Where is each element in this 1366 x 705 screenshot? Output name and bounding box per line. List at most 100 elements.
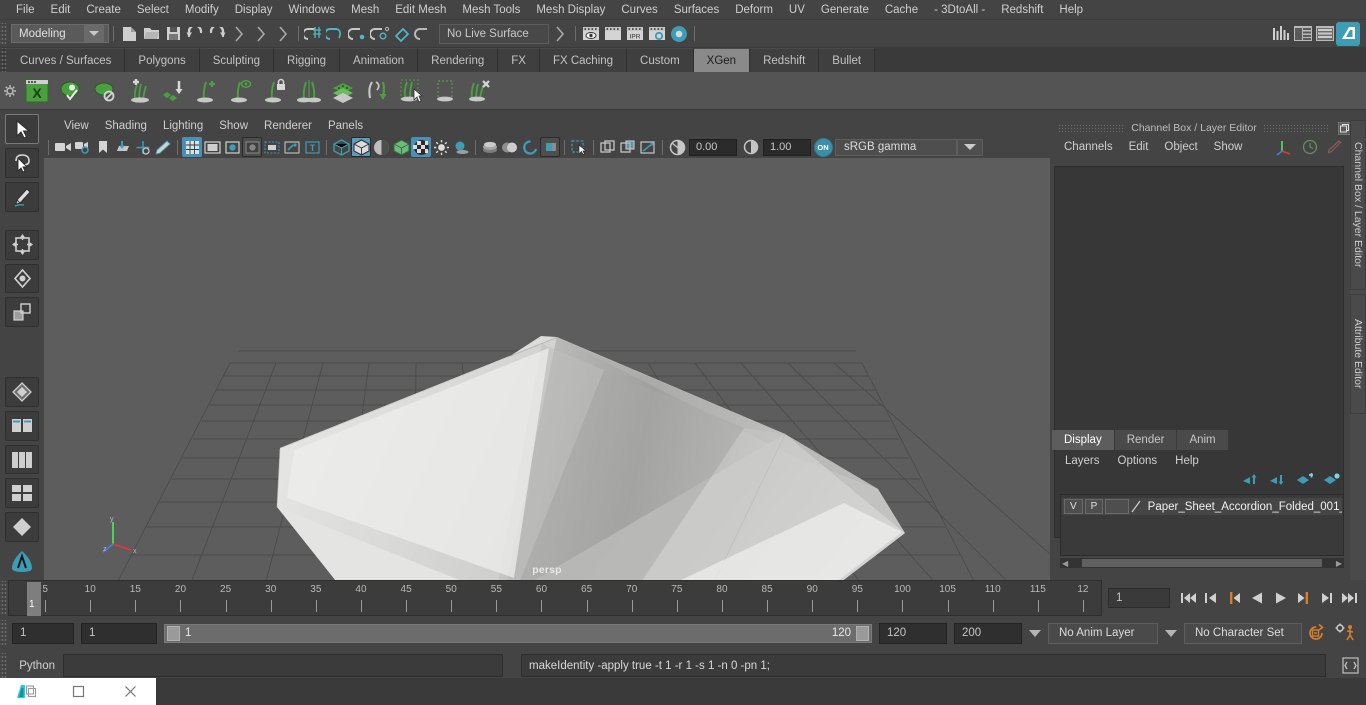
shelf-options-icon[interactable] [0, 72, 20, 110]
xgen-add-guide-icon[interactable] [190, 74, 224, 108]
hypershade-icon[interactable] [668, 23, 690, 45]
menu-3dtoall[interactable]: - 3DtoAll - [926, 2, 993, 18]
toggle-modeling-toolkit-icon[interactable] [1270, 23, 1292, 45]
vertical-tab-channel-box[interactable]: Channel Box / Layer Editor [1350, 120, 1366, 290]
texture-checker-icon[interactable] [411, 137, 431, 157]
open-scene-icon[interactable] [140, 23, 162, 45]
save-scene-icon[interactable] [162, 23, 184, 45]
xgen-add-description-icon[interactable] [122, 74, 156, 108]
layer-tab-anim[interactable]: Anim [1177, 430, 1229, 450]
xgen-select-guides-icon[interactable] [394, 74, 428, 108]
layer-tab-display[interactable]: Display [1052, 430, 1115, 450]
undo-icon[interactable] [184, 23, 206, 45]
exposure-icon[interactable] [667, 137, 687, 157]
xgen-export-patches-icon[interactable] [156, 74, 190, 108]
color-management-toggle[interactable]: ON [811, 137, 835, 157]
shaded-wireframe-icon[interactable] [371, 137, 391, 157]
shelf-tab-rigging[interactable]: Rigging [274, 48, 341, 72]
camera-attributes-icon[interactable] [73, 137, 93, 157]
select-by-component-icon[interactable] [272, 23, 294, 45]
menu-uv[interactable]: UV [781, 2, 813, 18]
list-item[interactable]: V P Paper_Sheet_Accordion_Folded_001_ [1062, 498, 1342, 515]
shelf-tab-animation[interactable]: Animation [340, 48, 419, 72]
menu-create[interactable]: Create [78, 2, 129, 18]
xgen-convert-to-interactive-icon[interactable] [360, 74, 394, 108]
xgen-region-select-icon[interactable] [428, 74, 462, 108]
chevron-down-icon-2[interactable] [1165, 629, 1177, 637]
move-layer-up-icon[interactable] [1242, 473, 1259, 489]
persp-layout-icon[interactable] [5, 444, 39, 475]
menu-edit-mesh[interactable]: Edit Mesh [387, 2, 454, 18]
menu-mesh-tools[interactable]: Mesh Tools [454, 2, 528, 18]
step-forward-key-icon[interactable] [1316, 587, 1337, 609]
step-back-key-icon[interactable] [1201, 587, 1222, 609]
shelf-tab-sculpting[interactable]: Sculpting [199, 48, 275, 72]
channel-box-menu-show[interactable]: Show [1206, 139, 1251, 155]
image-plane-icon[interactable] [113, 137, 133, 157]
outliner-layout-icon[interactable] [5, 410, 39, 441]
render-settings-icon[interactable] [646, 23, 668, 45]
snap-to-grid-icon[interactable] [303, 23, 325, 45]
new-layer-from-selected-icon[interactable] [1323, 473, 1340, 489]
text-overlay-icon[interactable]: T [302, 137, 322, 157]
xgen-preview-on-icon[interactable] [54, 74, 88, 108]
maya-home-icon[interactable] [5, 546, 39, 576]
toggle-channel-box-icon[interactable] [1314, 23, 1336, 45]
range-end-handle[interactable] [856, 625, 869, 641]
menu-edit[interactable]: Edit [43, 2, 79, 18]
layer-tab-render[interactable]: Render [1114, 430, 1178, 450]
snap-to-curve-icon[interactable] [325, 23, 347, 45]
menu-cache[interactable]: Cache [877, 2, 926, 18]
scroll-right-icon[interactable]: ▶ [1334, 559, 1344, 568]
go-to-start-icon[interactable] [1178, 587, 1199, 609]
current-frame-field[interactable]: 1 [1108, 588, 1170, 608]
xgen-mirror-guide-icon[interactable] [292, 74, 326, 108]
xgen-sculpt-layers-icon[interactable] [326, 74, 360, 108]
close-window-icon[interactable] [104, 678, 156, 705]
ao-icon[interactable] [480, 137, 500, 157]
shelf-grip[interactable] [0, 48, 7, 72]
select-by-hierarchy-icon-2[interactable] [549, 23, 571, 45]
chevron-down-icon[interactable] [1029, 629, 1041, 637]
menu-modify[interactable]: Modify [177, 2, 227, 18]
hardware-texturing-icon[interactable] [391, 137, 411, 157]
paint-select-tool[interactable] [5, 181, 39, 212]
autodesk-logo-icon[interactable] [1336, 21, 1360, 46]
layer-list-scrollbar[interactable]: ◀ ▶ [1060, 558, 1344, 568]
layer-color-swatch-icon[interactable] [1129, 500, 1143, 513]
xray-active-components-icon[interactable] [618, 137, 638, 157]
four-view-layout-icon[interactable] [5, 478, 39, 509]
twopoint-icon[interactable] [133, 137, 153, 157]
shelf-tab-xgen[interactable]: XGen [693, 48, 751, 72]
step-forward-frame-icon[interactable] [1293, 587, 1314, 609]
menu-display[interactable]: Display [227, 2, 281, 18]
use-default-light-icon[interactable] [431, 137, 451, 157]
animation-preferences-icon[interactable] [1330, 623, 1360, 643]
layer-name[interactable]: Paper_Sheet_Accordion_Folded_001_ [1148, 501, 1342, 513]
menu-deform[interactable]: Deform [727, 2, 781, 18]
layer-menu-help[interactable]: Help [1166, 453, 1208, 469]
command-language-label[interactable]: Python [7, 660, 63, 672]
isolate-select-icon[interactable] [569, 137, 589, 157]
snap-to-projected-center-icon[interactable] [369, 23, 391, 45]
scroll-thumb[interactable] [1082, 559, 1322, 567]
move-tool[interactable] [5, 229, 39, 260]
layer-visibility-toggle[interactable]: V [1064, 499, 1083, 514]
shelf-tab-curves-surfaces[interactable]: Curves / Surfaces [7, 48, 126, 72]
viewport-menu-lighting[interactable]: Lighting [155, 118, 211, 134]
layer-list[interactable]: V P Paper_Sheet_Accordion_Folded_001_ [1060, 494, 1344, 556]
lasso-select-tool[interactable] [5, 147, 39, 178]
time-slider[interactable]: 5 10 15 20 25 30 35 40 45 50 55 60 65 70 75 80 85 90 95 100… [8, 580, 1102, 616]
render-view-icon[interactable] [580, 23, 602, 45]
maya-app-icon[interactable] [0, 678, 52, 705]
xray-icon[interactable] [598, 137, 618, 157]
viewport-menu-panels[interactable]: Panels [320, 118, 371, 134]
snap-to-view-plane-icon[interactable] [391, 23, 413, 45]
view-transform-dropdown[interactable] [957, 138, 983, 156]
range-start-handle[interactable] [167, 625, 180, 641]
range-bar[interactable]: 1 120 [164, 623, 872, 643]
script-editor-icon[interactable] [1340, 656, 1360, 676]
range-start-field[interactable]: 1 [81, 622, 157, 644]
shadows-icon[interactable] [451, 137, 471, 157]
character-set-field[interactable]: No Character Set [1184, 622, 1302, 644]
